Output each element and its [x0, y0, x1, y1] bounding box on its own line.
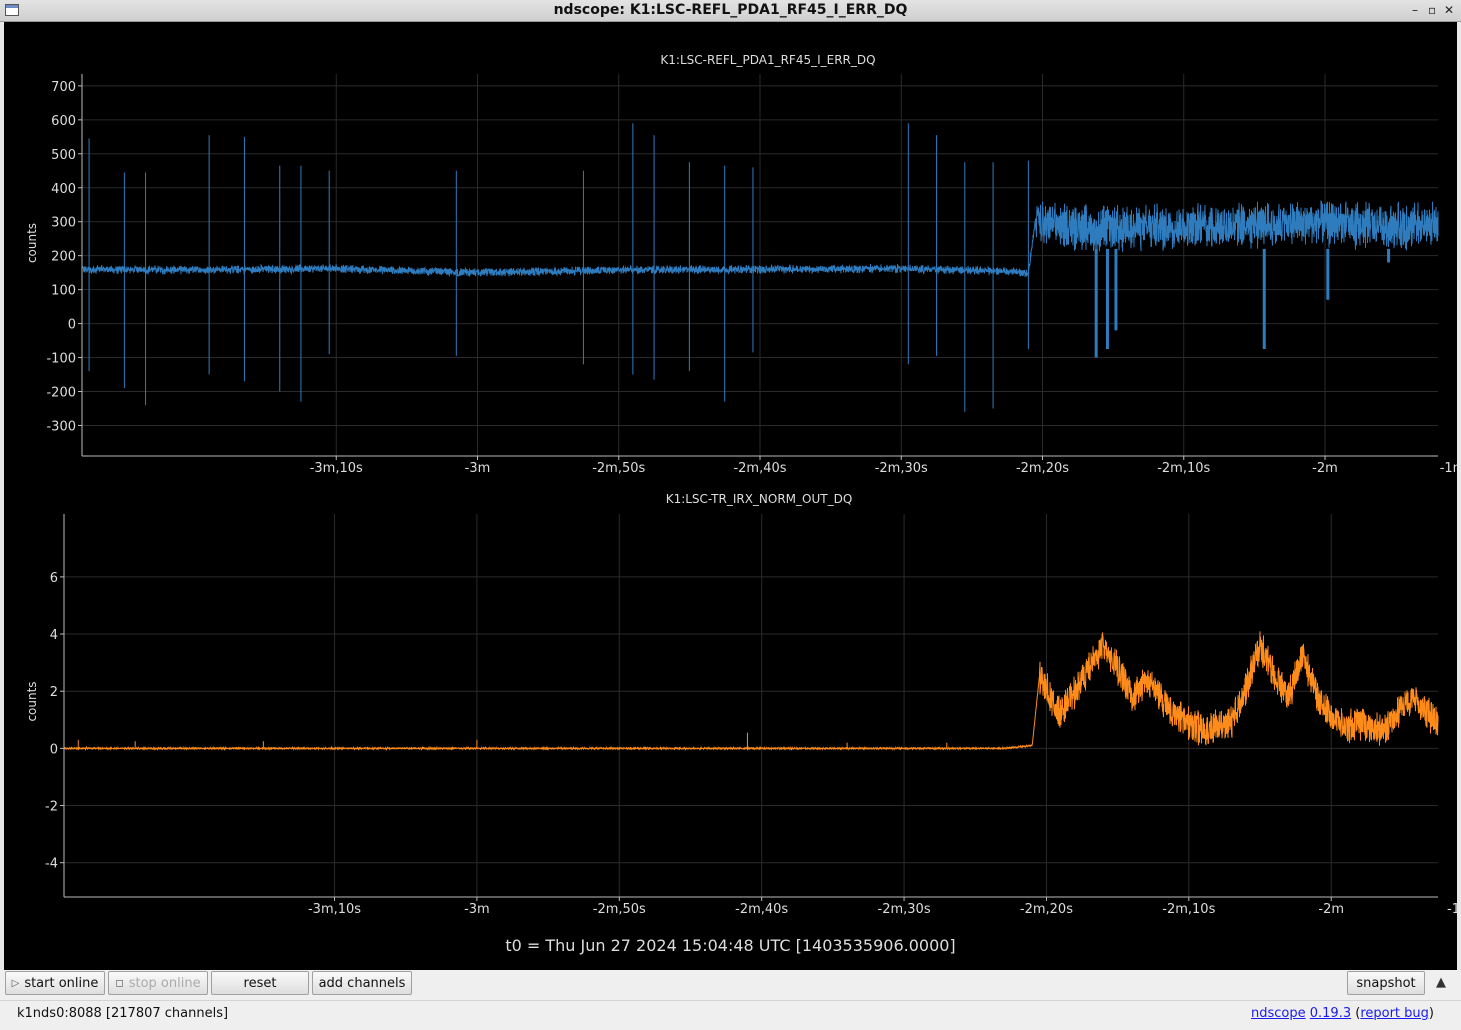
- x-tick-label-1-3: -2m,40s: [735, 902, 788, 917]
- y-tick-label-1-1: 4: [50, 628, 58, 643]
- add-channels-button[interactable]: add channels: [312, 971, 412, 995]
- x-tick-label-1-4: -2m,30s: [878, 902, 931, 917]
- y-tick-label-0-1: 600: [51, 114, 76, 129]
- x-tick-label-0-2: -2m,50s: [592, 461, 645, 476]
- window-titlebar[interactable]: ndscope: K1:LSC-REFL_PDA1_RF45_I_ERR_DQ …: [0, 0, 1461, 22]
- y-tick-label-1-2: 2: [50, 685, 58, 700]
- x-tick-label-1-0: -3m,10s: [308, 902, 361, 917]
- window-title: ndscope: K1:LSC-REFL_PDA1_RF45_I_ERR_DQ: [553, 2, 908, 18]
- y-tick-label-0-5: 200: [51, 250, 76, 265]
- plots-canvas[interactable]: 700 600 500 400 300 200 100 0 -100 -200 -300 -3m,10…: [4, 22, 1461, 970]
- y-axis-label-0: counts: [25, 223, 39, 263]
- close-icon[interactable]: ✕: [1444, 3, 1454, 17]
- plot-title-1: K1:LSC-TR_IRX_NORM_OUT_DQ: [666, 492, 853, 506]
- y-tick-label-0-2: 500: [51, 148, 76, 163]
- stop-icon: ◻: [115, 977, 124, 989]
- x-tick-label-1-5: -2m,20s: [1020, 902, 1073, 917]
- y-axis-label-1: counts: [25, 681, 39, 721]
- stop-online-label: stop online: [128, 975, 201, 991]
- paren-open: (: [1351, 1006, 1361, 1021]
- minimize-icon[interactable]: –: [1412, 3, 1418, 17]
- x-tick-label-0-4: -2m,30s: [875, 461, 928, 476]
- version-link[interactable]: 0.19.3: [1310, 1006, 1351, 1021]
- reset-button[interactable]: reset: [211, 971, 309, 995]
- y-tick-label-0-7: 0: [68, 318, 76, 333]
- y-tick-label-0-6: 100: [51, 284, 76, 299]
- play-icon: ▷: [11, 977, 20, 989]
- x-tick-label-1-1: -3m: [464, 902, 490, 917]
- maximize-icon[interactable]: ▫: [1428, 3, 1436, 17]
- control-toolbar: ▷ start online ◻ stop online reset add c…: [0, 970, 1461, 1000]
- expand-up-icon[interactable]: ▲: [1436, 975, 1446, 990]
- plot-area: 700 600 500 400 300 200 100 0 -100 -200 -300 -3m,10…: [0, 22, 1461, 970]
- start-online-label: start online: [24, 975, 99, 991]
- x-tick-label-1-2: -2m,50s: [593, 902, 646, 917]
- status-bar: k1nds0:8088 [217807 channels] ndscope 0.…: [0, 1000, 1461, 1030]
- x-tick-label-1-7: -2m: [1318, 902, 1344, 917]
- plot-title-0: K1:LSC-REFL_PDA1_RF45_I_ERR_DQ: [660, 53, 875, 67]
- x-tick-label-0-7: -2m: [1312, 461, 1338, 476]
- y-tick-label-1-5: -4: [45, 857, 58, 872]
- x-tick-label-0-3: -2m,40s: [733, 461, 786, 476]
- x-tick-label-0-1: -3m: [465, 461, 491, 476]
- trace-1: [63, 631, 1439, 751]
- version-info: ndscope 0.19.3 (report bug): [1251, 1006, 1434, 1021]
- start-online-button[interactable]: ▷ start online: [5, 971, 105, 995]
- y-tick-label-0-10: -300: [46, 419, 76, 434]
- t0-label: t0 = Thu Jun 27 2024 15:04:48 UTC [14035…: [505, 936, 956, 955]
- server-status: k1nds0:8088 [217807 channels]: [17, 1006, 229, 1021]
- y-tick-label-0-3: 400: [51, 182, 76, 197]
- y-tick-label-0-0: 700: [51, 80, 76, 95]
- snapshot-button[interactable]: snapshot: [1347, 971, 1425, 995]
- y-tick-label-0-8: -100: [46, 352, 76, 367]
- ndscope-link[interactable]: ndscope: [1251, 1006, 1306, 1021]
- x-tick-label-1-8: -1m,50s: [1447, 902, 1457, 917]
- paren-close: ): [1428, 1006, 1434, 1021]
- y-tick-label-0-9: -200: [46, 385, 76, 400]
- stop-online-button[interactable]: ◻ stop online: [108, 971, 208, 995]
- y-tick-label-1-4: -2: [45, 800, 58, 815]
- y-tick-label-0-4: 300: [51, 216, 76, 231]
- y-tick-label-1-3: 0: [50, 742, 58, 757]
- x-tick-label-0-8: -1m,50s: [1440, 461, 1457, 476]
- x-tick-label-0-6: -2m,10s: [1157, 461, 1210, 476]
- x-tick-label-0-0: -3m,10s: [310, 461, 363, 476]
- report-bug-link[interactable]: report bug: [1360, 1006, 1429, 1021]
- x-tick-label-1-6: -2m,10s: [1162, 902, 1215, 917]
- x-tick-label-0-5: -2m,20s: [1016, 461, 1069, 476]
- y-tick-label-1-0: 6: [50, 571, 58, 586]
